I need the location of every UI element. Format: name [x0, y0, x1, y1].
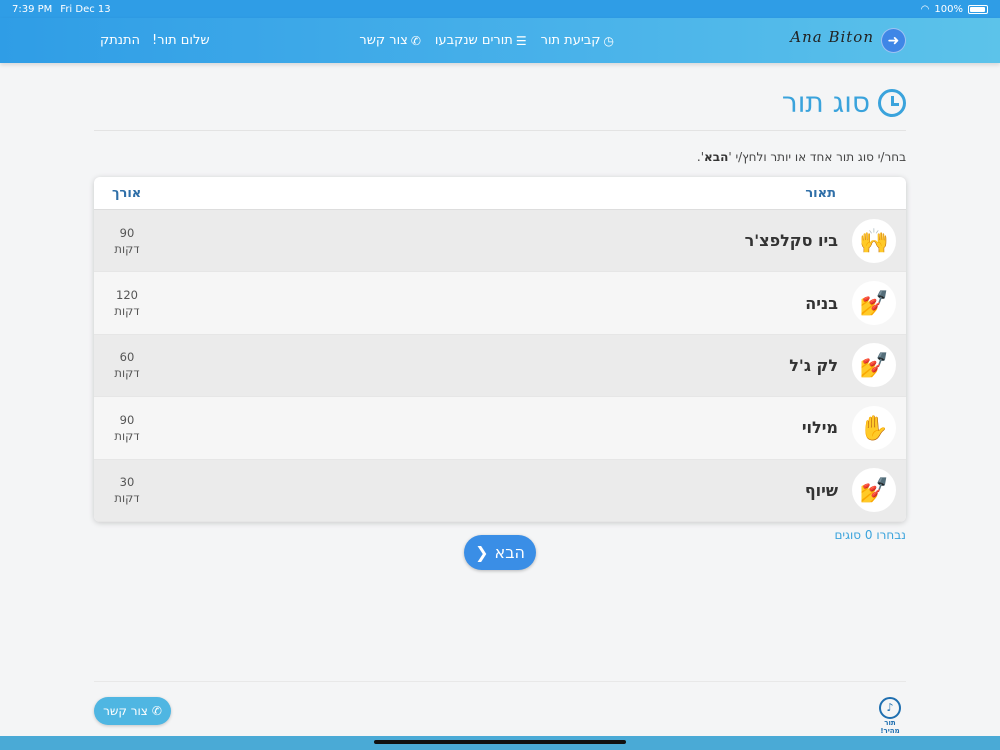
- instructions-suffix: '.: [696, 150, 705, 164]
- chevron-left-icon: ❮: [475, 543, 489, 562]
- nav-link-book-appointment[interactable]: ◷ קביעת תור: [541, 33, 614, 48]
- footer-divider: [94, 681, 906, 682]
- row-minutes: 30: [119, 475, 135, 490]
- row-minutes: 120: [116, 288, 138, 303]
- logo-clock-icon: ♪: [879, 697, 901, 719]
- contact-button[interactable]: ✆ צור קשר: [94, 697, 171, 725]
- appointment-types-table: תאור אורך 🙌 ביו סקלפצ'ר 90 דקות 💅 בניה 12…: [94, 177, 906, 522]
- nav-user-area: שלום תור! התנתק: [100, 18, 210, 63]
- nail-fill-icon: ✋: [852, 405, 896, 450]
- logout-link[interactable]: התנתק: [100, 33, 140, 48]
- instructions-prefix: בחר/י סוג תור אחד או יותר ולחץ/י ': [728, 150, 906, 164]
- row-minutes: 90: [119, 225, 135, 240]
- brand-logo[interactable]: Ana Biton: [790, 28, 874, 46]
- row-name: שיוף: [804, 480, 838, 500]
- footer-logo-text: תור מהיר!: [880, 719, 900, 735]
- row-minutes: 90: [119, 412, 135, 427]
- table-rows: 🙌 ביו סקלפצ'ר 90 דקות 💅 בניה 120 דקות 💅 לק…: [94, 210, 906, 522]
- next-button[interactable]: הבא ❮: [464, 535, 536, 570]
- arrow-right-icon[interactable]: ➜: [881, 28, 906, 53]
- nav-link-booked-appointments[interactable]: ☰ תורים שנקבעו: [435, 33, 527, 48]
- row-name: בניה: [805, 293, 838, 313]
- row-unit: דקות: [114, 366, 140, 381]
- row-duration: 90 דקות: [112, 225, 142, 257]
- gel-polish-icon: 💅: [852, 343, 896, 388]
- page-title: סוג תור: [782, 86, 906, 119]
- phone-icon: ✆: [151, 704, 162, 718]
- next-button-label: הבא: [494, 543, 525, 562]
- instructions-bold: הבא: [704, 150, 729, 164]
- wifi-icon: ◠: [920, 3, 930, 15]
- nav-link-label: תורים שנקבעו: [434, 33, 513, 48]
- phone-icon: ✆: [410, 33, 421, 48]
- nav-links: ◷ קביעת תור ☰ תורים שנקבעו ✆ צור קשר: [359, 18, 614, 63]
- instructions-text: בחר/י סוג תור אחד או יותר ולחץ/י 'הבא'.: [697, 150, 906, 164]
- row-duration: 30 דקות: [112, 474, 142, 506]
- row-duration: 60 דקות: [112, 349, 142, 381]
- status-date: Fri Dec 13: [60, 3, 111, 15]
- contact-button-label: צור קשר: [103, 704, 148, 718]
- hands-icon: 🙌: [852, 218, 896, 263]
- nav-link-contact[interactable]: ✆ צור קשר: [359, 33, 421, 48]
- table-row[interactable]: 🙌 ביו סקלפצ'ר 90 דקות: [94, 210, 906, 273]
- table-row[interactable]: 💅 בניה 120 דקות: [94, 272, 906, 335]
- table-row[interactable]: 💅 לק ג'ל 60 דקות: [94, 334, 906, 398]
- table-row[interactable]: ✋ מילוי 90 דקות: [94, 397, 906, 460]
- row-unit: דקות: [114, 241, 140, 256]
- page-title-text: סוג תור: [781, 86, 870, 119]
- table-header: תאור אורך: [94, 177, 906, 210]
- battery-percent: 100%: [934, 3, 963, 15]
- nav-link-label: קביעת תור: [540, 33, 601, 48]
- nav-link-label: צור קשר: [359, 33, 408, 48]
- footer-logo: ♪ תור מהיר!: [874, 697, 906, 735]
- home-indicator[interactable]: [374, 740, 626, 744]
- table-row[interactable]: 💅 שיוף 30 דקות: [94, 459, 906, 522]
- nails-icon: 💅: [852, 281, 896, 326]
- list-icon: ☰: [515, 33, 527, 48]
- row-minutes: 60: [119, 350, 135, 365]
- row-unit: דקות: [114, 304, 140, 319]
- row-unit: דקות: [114, 491, 140, 506]
- clock-icon: [878, 88, 906, 117]
- status-bar: 7:39 PM Fri Dec 13 ◠ 100%: [0, 0, 1000, 18]
- clock-icon: ◷: [603, 33, 614, 48]
- row-name: ביו סקלפצ'ר: [744, 231, 838, 251]
- row-name: מילוי: [801, 418, 838, 438]
- top-navbar: ➜ Ana Biton ◷ קביעת תור ☰ תורים שנקבעו ✆…: [0, 18, 1000, 63]
- status-time: 7:39 PM: [12, 3, 53, 15]
- battery-icon: [968, 4, 988, 14]
- header-length: אורך: [112, 185, 142, 201]
- user-greeting: שלום תור!: [152, 33, 210, 48]
- title-divider: [94, 130, 906, 131]
- nail-file-icon: 💅: [852, 468, 896, 513]
- row-duration: 120 דקות: [112, 287, 142, 319]
- selected-count: נבחרו 0 סוגים: [834, 528, 906, 542]
- row-unit: דקות: [114, 428, 140, 443]
- status-right: ◠ 100%: [921, 4, 988, 15]
- row-name: לק ג'ל: [789, 355, 838, 375]
- row-duration: 90 דקות: [112, 412, 142, 444]
- header-description: תאור: [805, 185, 836, 201]
